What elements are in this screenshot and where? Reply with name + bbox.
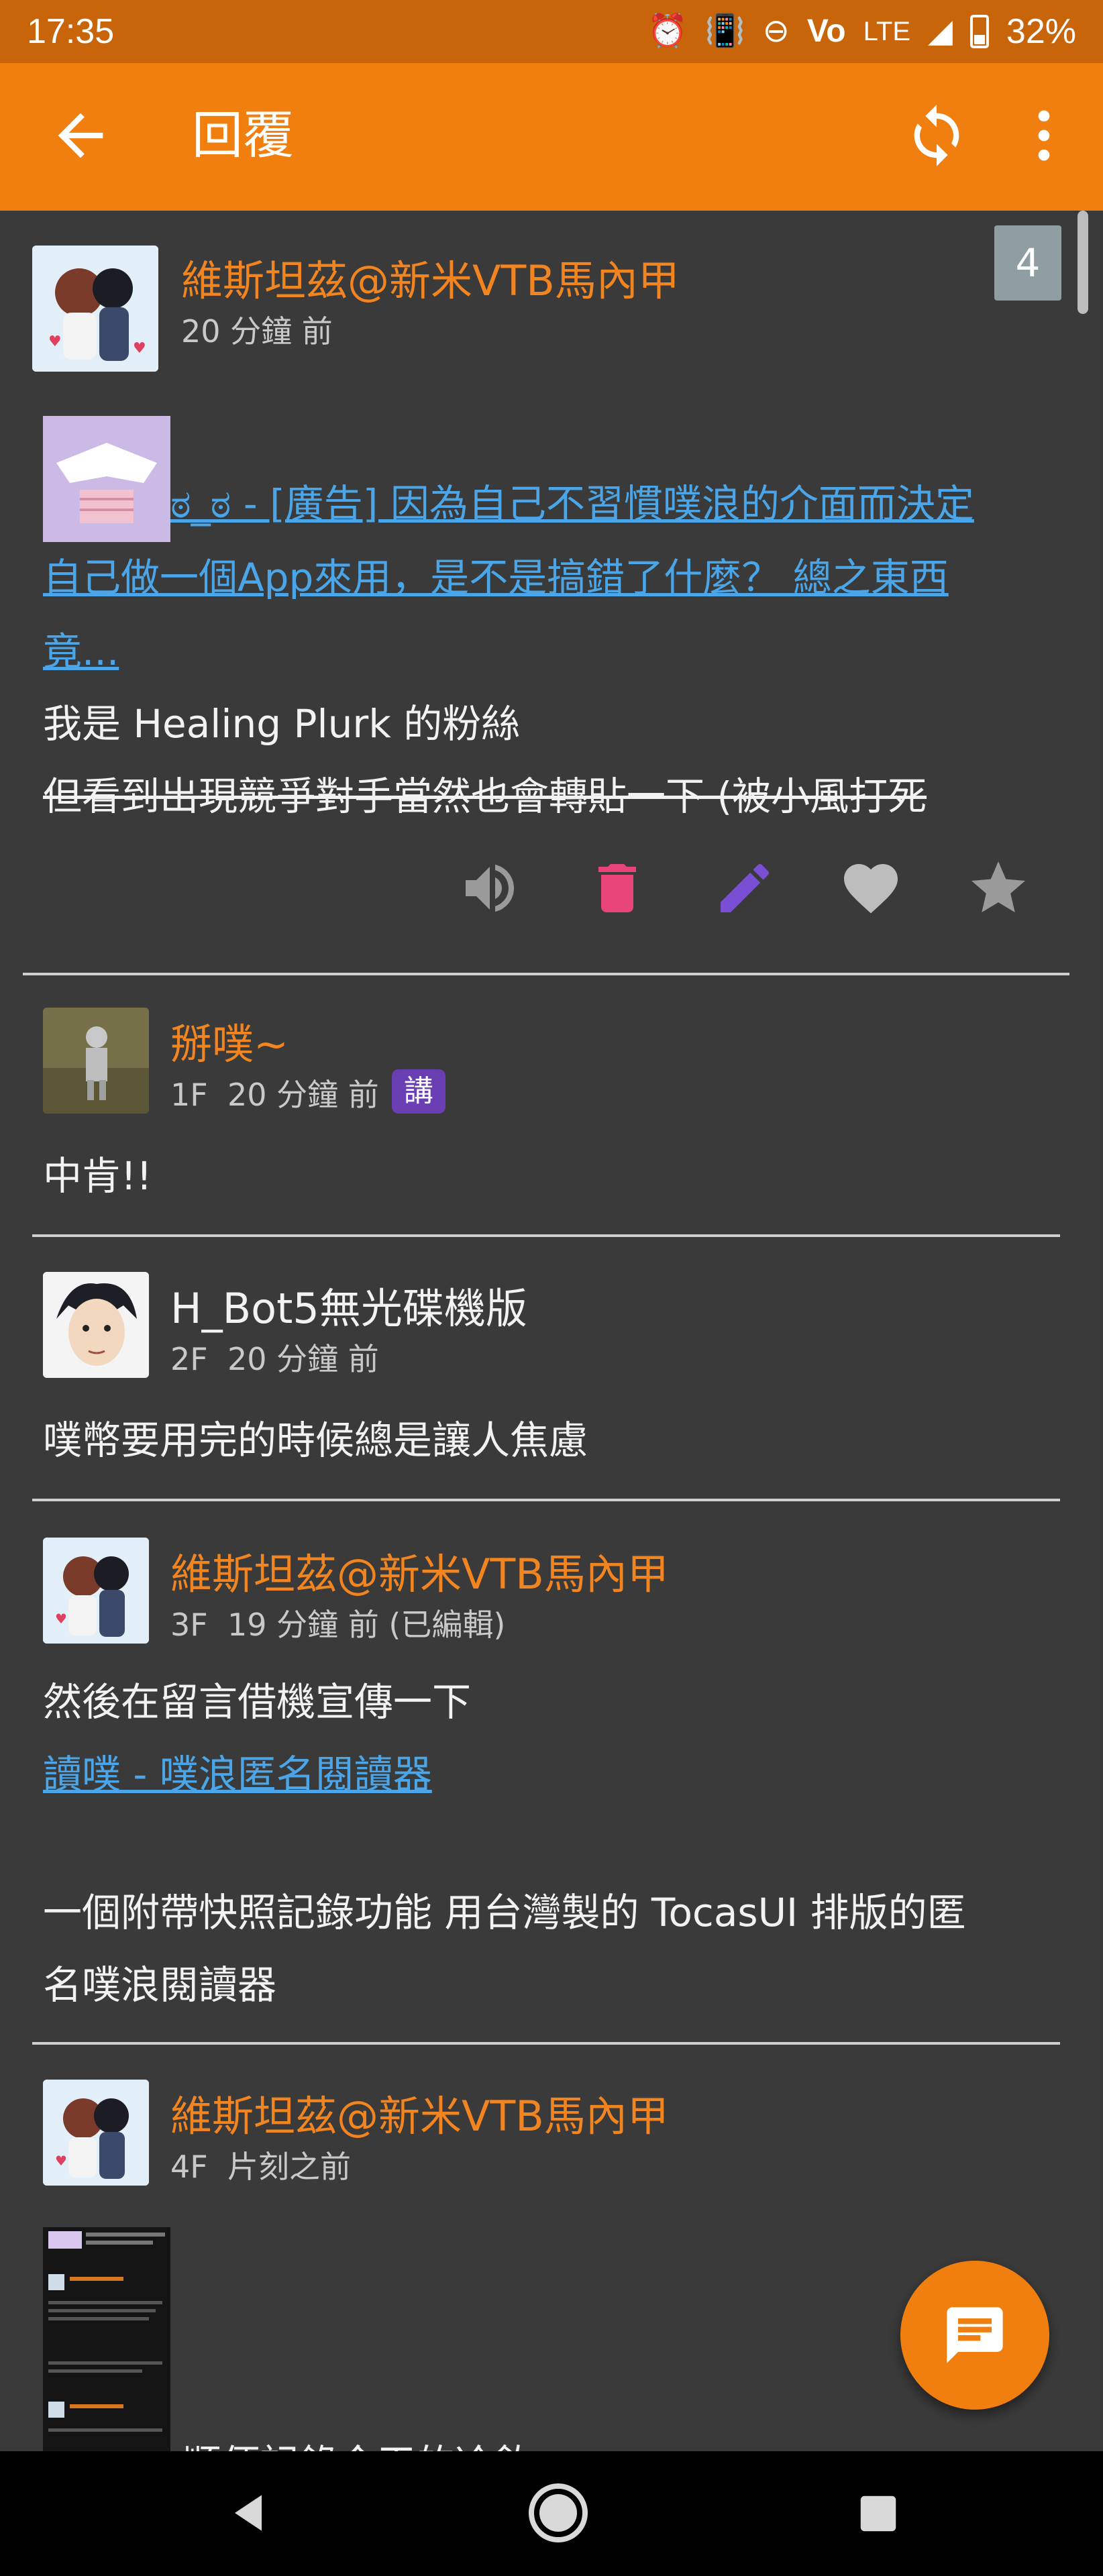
volte-icon: Vo: [806, 13, 846, 49]
reply-fab-button[interactable]: [900, 2261, 1049, 2410]
response-meta: 3F 19 分鐘 前 (已編輯): [170, 1601, 505, 1645]
alarm-icon: ⏰: [647, 13, 688, 49]
shared-link-line1[interactable]: ಠ_ಠ - [廣告] 因為自己不習慣噗浪的介面而決定: [170, 472, 974, 529]
response-time: 片刻之前: [227, 2149, 351, 2185]
replies-list[interactable]: ♥ ♥ 維斯坦茲@新米VTB馬內甲 20 分鐘 前 4 ಠ_ಠ - [廣告] 因…: [0, 211, 1103, 2451]
post-body-line: 我是 Healing Plurk 的粉絲: [43, 701, 521, 747]
svg-text:♥: ♥: [55, 2153, 67, 2169]
favorite-star-icon[interactable]: [966, 856, 1031, 920]
status-icons: ⏰ 📳 ⊖ Vo LTE ◢ 32%: [647, 11, 1076, 52]
response-text: 中肯!!: [43, 1153, 152, 1199]
page-title: 回覆: [192, 105, 294, 165]
refresh-icon[interactable]: [903, 102, 970, 169]
svg-text:♥: ♥: [133, 340, 146, 357]
status-time: 17:35: [27, 12, 115, 51]
more-vert-icon[interactable]: [1010, 102, 1078, 169]
post-body-strikethrough-line: 但看到出現競爭對手當然也會轉貼一下 (被小風打死: [43, 773, 927, 819]
response-text: 名噗浪閱讀器: [43, 1962, 277, 2008]
response-time: 20 分鐘 前: [227, 1077, 379, 1113]
back-arrow-icon[interactable]: [47, 102, 114, 169]
shared-link-line3[interactable]: 竟...: [43, 620, 119, 676]
post-divider: [23, 973, 1069, 975]
avatar[interactable]: ♥: [43, 1538, 149, 1644]
signal-icon: ◢: [928, 13, 953, 49]
battery-percent: 32%: [1006, 12, 1076, 51]
response-link[interactable]: 讀噗 - 噗浪匿名閱讀器: [43, 1743, 432, 1799]
response-author[interactable]: H_Bot5無光碟機版: [170, 1275, 527, 1335]
nav-recents-icon[interactable]: [855, 2490, 902, 2537]
avatar[interactable]: [43, 1008, 149, 1114]
response-author[interactable]: 維斯坦茲@新米VTB馬內甲: [170, 1540, 669, 1601]
response-meta: 4F 片刻之前: [170, 2143, 351, 2187]
nav-home-icon[interactable]: [526, 2481, 590, 2545]
floor-number: 1F: [170, 1077, 208, 1113]
response-meta: 2F 20 分鐘 前: [170, 1335, 379, 1379]
edit-icon[interactable]: [713, 856, 777, 920]
response-time: 19 分鐘 前 (已編輯): [227, 1607, 506, 1643]
response-time: 20 分鐘 前: [227, 1341, 379, 1377]
floor-number: 4F: [170, 2149, 208, 2185]
response-text-partial: 順便記錄今天的冷飲: [182, 2432, 533, 2451]
avatar[interactable]: ♥ ♥: [32, 246, 158, 372]
response-image-thumbnail[interactable]: [43, 2227, 170, 2451]
vibrate-icon: 📳: [704, 13, 745, 49]
response-text: 一個附帶快照記錄功能 用台灣製的 TocasUI 排版的匿: [43, 1890, 966, 1935]
like-heart-icon[interactable]: [839, 856, 903, 920]
response-author[interactable]: 維斯坦茲@新米VTB馬內甲: [170, 2082, 669, 2143]
floor-number: 2F: [170, 1341, 208, 1377]
response-divider: [32, 1234, 1060, 1237]
response-count-badge: 4: [994, 225, 1061, 301]
response-text: 噗幣要用完的時候總是讓人焦慮: [43, 1417, 588, 1463]
avatar[interactable]: [43, 1272, 149, 1378]
response-meta: 1F 20 分鐘 前: [170, 1071, 379, 1115]
post-author[interactable]: 維斯坦茲@新米VTB馬內甲: [181, 247, 680, 307]
system-nav-bar: [0, 2451, 1103, 2576]
response-divider: [32, 2042, 1060, 2045]
nav-back-icon[interactable]: [221, 2486, 275, 2540]
response-divider: [32, 1499, 1060, 1501]
response-text: 然後在留言借機宣傳一下: [43, 1679, 472, 1725]
svg-text:♥: ♥: [48, 333, 62, 350]
floor-number: 3F: [170, 1607, 208, 1643]
delete-icon[interactable]: [585, 856, 649, 920]
network-label: LTE: [863, 16, 910, 46]
volume-icon[interactable]: [458, 856, 522, 920]
dnd-icon: ⊖: [762, 13, 790, 49]
avatar[interactable]: ♥: [43, 2080, 149, 2186]
svg-text:♥: ♥: [55, 1611, 67, 1627]
qualifier-badge: 講: [392, 1069, 445, 1114]
battery-icon: [969, 15, 989, 48]
link-preview-thumbnail[interactable]: [43, 416, 170, 542]
status-bar: 17:35 ⏰ 📳 ⊖ Vo LTE ◢ 32%: [0, 0, 1103, 63]
app-bar: 回覆: [0, 63, 1103, 211]
shared-link-line2[interactable]: 自己做一個App來用，是不是搞錯了什麼？ 總之東西: [43, 546, 949, 602]
post-time: 20 分鐘 前: [181, 313, 333, 350]
response-author[interactable]: 掰噗~: [170, 1010, 288, 1071]
scrollbar[interactable]: [1078, 211, 1088, 314]
reply-message-icon: [947, 2307, 1003, 2363]
